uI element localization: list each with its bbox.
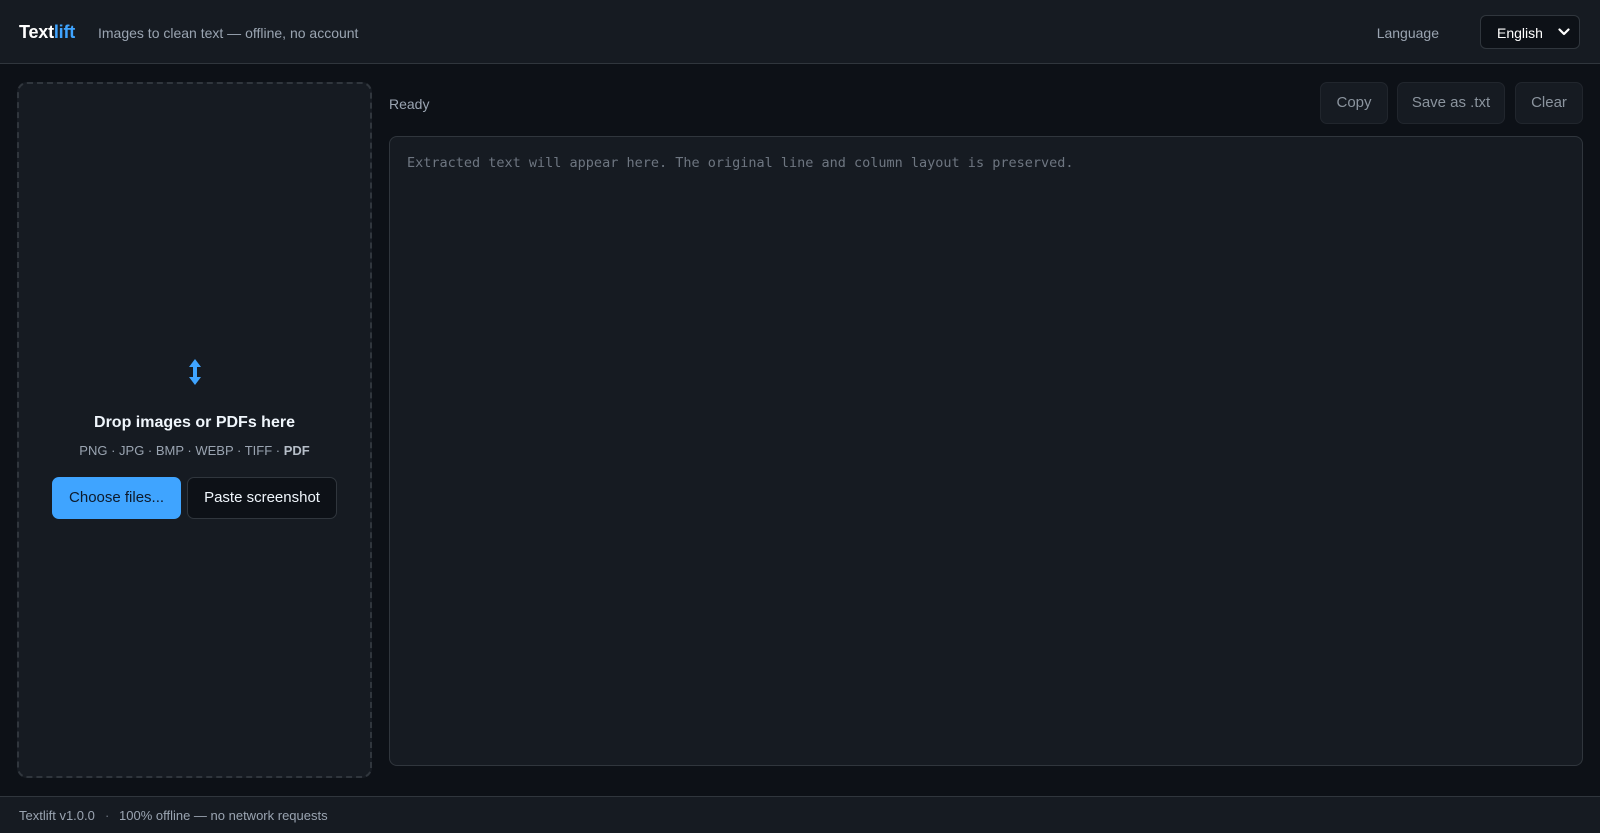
formats-list: PNG · JPG · BMP · WEBP · TIFF · [79,443,284,458]
footer-separator: · [105,808,110,823]
language-select[interactable]: English [1480,15,1580,49]
app-header: Textlift Images to clean text — offline,… [0,0,1600,64]
dropzone-icon-wrap [19,358,370,391]
save-txt-button[interactable]: Save as .txt [1397,82,1505,124]
offline-status: 100% offline — no network requests [119,808,328,823]
language-label: Language [1376,25,1439,41]
drop-zone[interactable]: Drop images or PDFs here PNG · JPG · BMP… [17,82,372,778]
output-textarea[interactable]: Extracted text will appear here. The ori… [389,136,1583,766]
language-select-value: English [1497,25,1543,41]
clear-button[interactable]: Clear [1515,82,1583,124]
app-tagline: Images to clean text — offline, no accou… [98,25,359,41]
dropzone-title: Drop images or PDFs here [94,414,295,431]
output-placeholder: Extracted text will appear here. The ori… [407,155,1074,171]
brand-accent: lift [53,22,76,42]
copy-button[interactable]: Copy [1320,82,1388,124]
status-text: Ready [389,96,430,112]
app-logo: Textlift [19,21,75,43]
paste-screenshot-button[interactable]: Paste screenshot [187,477,337,519]
chevron-down-icon [1558,28,1570,36]
version-text: Textlift v1.0.0 [19,808,95,823]
choose-files-button[interactable]: Choose files... [52,477,182,519]
dropzone-formats: PNG · JPG · BMP · WEBP · TIFF · PDF [19,443,370,459]
dropzone-actions: Choose files... Paste screenshot [19,477,370,519]
app-footer: Textlift v1.0.0 · 100% offline — no netw… [0,796,1600,833]
formats-pdf: PDF [283,443,310,458]
brand-main: Text [19,22,54,42]
up-down-arrow-icon [188,359,201,385]
